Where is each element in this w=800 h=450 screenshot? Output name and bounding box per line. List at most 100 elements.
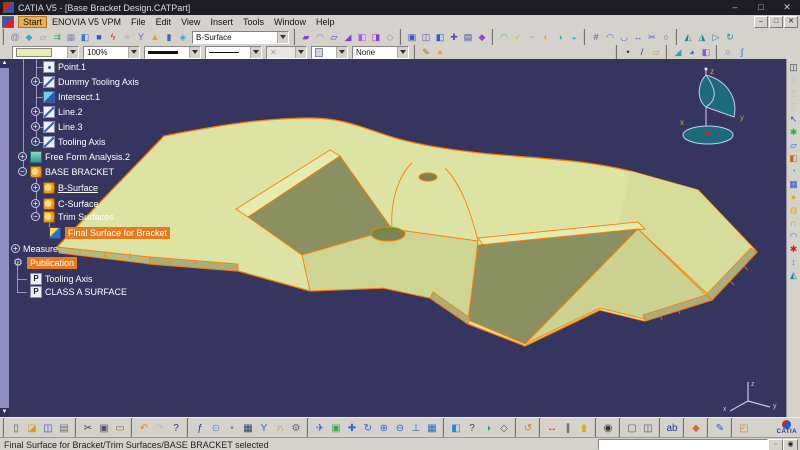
menu-edit[interactable]: Edit: [151, 16, 177, 28]
constraint-star-icon[interactable]: ✱: [787, 243, 800, 256]
trim-icon[interactable]: ◫: [419, 31, 433, 44]
large-hole[interactable]: [370, 226, 406, 242]
render-style-selector[interactable]: None: [352, 45, 409, 59]
menu-view[interactable]: View: [176, 16, 205, 28]
browser-icon[interactable]: ◔: [787, 165, 800, 178]
pan-icon[interactable]: ✚: [344, 421, 360, 436]
share-node-icon[interactable]: Y: [256, 421, 272, 436]
dialog-launch-button[interactable]: ▫: [768, 439, 783, 450]
line-type-selector[interactable]: [205, 45, 262, 59]
line-weight-selector[interactable]: [144, 45, 201, 59]
control-points-icon[interactable]: #: [589, 31, 603, 44]
highlight-lamp-icon[interactable]: ▲: [148, 31, 162, 44]
expand-toggle[interactable]: +: [18, 152, 27, 161]
boundary-surface-icon[interactable]: ◇: [383, 31, 397, 44]
workbench-selector[interactable]: B-Surface: [192, 30, 289, 44]
cylinder-icon[interactable]: ◧: [699, 46, 713, 59]
mdi-restore-button[interactable]: □: [769, 16, 783, 28]
sweep-surface-icon[interactable]: ◢: [341, 31, 355, 44]
split-icon[interactable]: ▣: [405, 31, 419, 44]
scaling-icon[interactable]: ◮: [695, 31, 709, 44]
join-icon[interactable]: ◧: [433, 31, 447, 44]
match-surface-icon[interactable]: ◠: [603, 31, 617, 44]
sketch-tracer-icon[interactable]: ▱: [787, 139, 800, 152]
geometry-viewport[interactable]: ▲ ▼ z x y z x y Point.1 + Dummy Tooling …: [0, 59, 786, 417]
plane-icon[interactable]: ▱: [649, 46, 663, 59]
column-icon[interactable]: ▮: [162, 31, 176, 44]
run-simulation-icon[interactable]: ✱: [787, 126, 800, 139]
grid-icon[interactable]: ▦: [787, 178, 800, 191]
filter-gears-icon[interactable]: ⚙: [288, 421, 304, 436]
geometrical-set-icon[interactable]: ◍: [787, 204, 800, 217]
undo-icon[interactable]: ↶: [136, 421, 152, 436]
grid-icon[interactable]: ▦: [64, 31, 78, 44]
collapse-toggle[interactable]: −: [18, 167, 27, 176]
extrude-icon[interactable]: ◢: [671, 46, 685, 59]
smooth-curve-icon[interactable]: ▤: [461, 31, 475, 44]
analysis-curve-icon[interactable]: ◠: [787, 230, 800, 243]
fill-color-selector[interactable]: [12, 45, 79, 59]
lock-icon[interactable]: ∩: [272, 421, 288, 436]
chevron-down-icon[interactable]: [397, 46, 408, 58]
rotate-shape-icon[interactable]: ↻: [723, 31, 737, 44]
mdi-minimize-button[interactable]: –: [754, 16, 768, 28]
surface-patch-icon[interactable]: ◧: [78, 31, 92, 44]
minimize-button[interactable]: –: [722, 0, 748, 15]
diamond-surface-icon[interactable]: ◈: [176, 31, 190, 44]
copy-graphic-properties-icon[interactable]: ✎: [419, 46, 433, 59]
comment-bubble-icon[interactable]: ⊙: [208, 421, 224, 436]
new-window-icon[interactable]: ▢: [624, 421, 640, 436]
reflection-lines-icon[interactable]: ◑: [553, 31, 567, 44]
turntable-icon[interactable]: ↺: [520, 421, 536, 436]
gray-curves-icon[interactable]: ≈: [120, 31, 134, 44]
circle-icon[interactable]: ○: [721, 46, 735, 59]
chevron-down-icon[interactable]: [67, 46, 78, 58]
extrude-surface-icon[interactable]: ▰: [299, 31, 313, 44]
point-icon[interactable]: •: [621, 46, 635, 59]
part-body-icon[interactable]: ●: [787, 191, 800, 204]
expand-toggle[interactable]: +: [31, 122, 40, 131]
save-icon[interactable]: ◫: [40, 421, 56, 436]
catalog-browser-icon[interactable]: ◰: [736, 421, 752, 436]
power-input-field[interactable]: [598, 439, 768, 450]
iso-cube-icon[interactable]: ◧: [448, 421, 464, 436]
tree-scrollbar[interactable]: ▲ ▼: [0, 59, 9, 417]
view-compass[interactable]: z x y: [676, 61, 776, 156]
solid-box-icon[interactable]: ■: [92, 31, 106, 44]
knowledge-dot-icon[interactable]: •: [224, 421, 240, 436]
chevron-down-icon[interactable]: [336, 46, 347, 58]
node-link-icon[interactable]: Y: [134, 31, 148, 44]
quick-help-icon[interactable]: ?: [464, 421, 480, 436]
zoom-in-icon[interactable]: ⊕: [376, 421, 392, 436]
freestyle-sail-icon[interactable]: ◭: [787, 269, 800, 282]
expand-toggle[interactable]: +: [11, 244, 20, 253]
break-icon[interactable]: ✂: [645, 31, 659, 44]
menu-tools[interactable]: Tools: [238, 16, 269, 28]
spell-check-icon[interactable]: ab: [664, 421, 680, 436]
connect-checker-icon[interactable]: ◠: [497, 31, 511, 44]
new-document-icon[interactable]: ▯: [8, 421, 24, 436]
menu-window[interactable]: Window: [269, 16, 311, 28]
sheet-icon[interactable]: ▯: [787, 100, 800, 113]
lightning-icon[interactable]: ϟ: [106, 31, 120, 44]
distance-analysis-icon[interactable]: ✓: [511, 31, 525, 44]
scroll-up-arrow[interactable]: ▲: [0, 59, 9, 68]
healing-icon[interactable]: ✚: [447, 31, 461, 44]
measure-between-icon[interactable]: ∥: [560, 421, 576, 436]
zoom-out-icon[interactable]: ⊖: [392, 421, 408, 436]
apply-material-icon[interactable]: ◧: [787, 152, 800, 165]
rotate-view-icon[interactable]: ↻: [360, 421, 376, 436]
shaded-view-icon[interactable]: ◑: [480, 421, 496, 436]
plot-icon[interactable]: ◫: [787, 61, 800, 74]
expand-toggle[interactable]: +: [31, 137, 40, 146]
measure-inertia-icon[interactable]: ▮: [576, 421, 592, 436]
product-part-icon[interactable]: ◆: [688, 421, 704, 436]
copy-icon[interactable]: ▣: [96, 421, 112, 436]
spiral-curve-icon[interactable]: @: [8, 31, 22, 44]
exchange-icon[interactable]: ↕: [787, 256, 800, 269]
chevron-down-icon[interactable]: [277, 31, 288, 43]
cut-icon[interactable]: ✂: [80, 421, 96, 436]
quad-view-icon[interactable]: ▦: [424, 421, 440, 436]
sphere-icon[interactable]: ◕: [685, 46, 699, 59]
fit-surface-icon[interactable]: ◡: [617, 31, 631, 44]
